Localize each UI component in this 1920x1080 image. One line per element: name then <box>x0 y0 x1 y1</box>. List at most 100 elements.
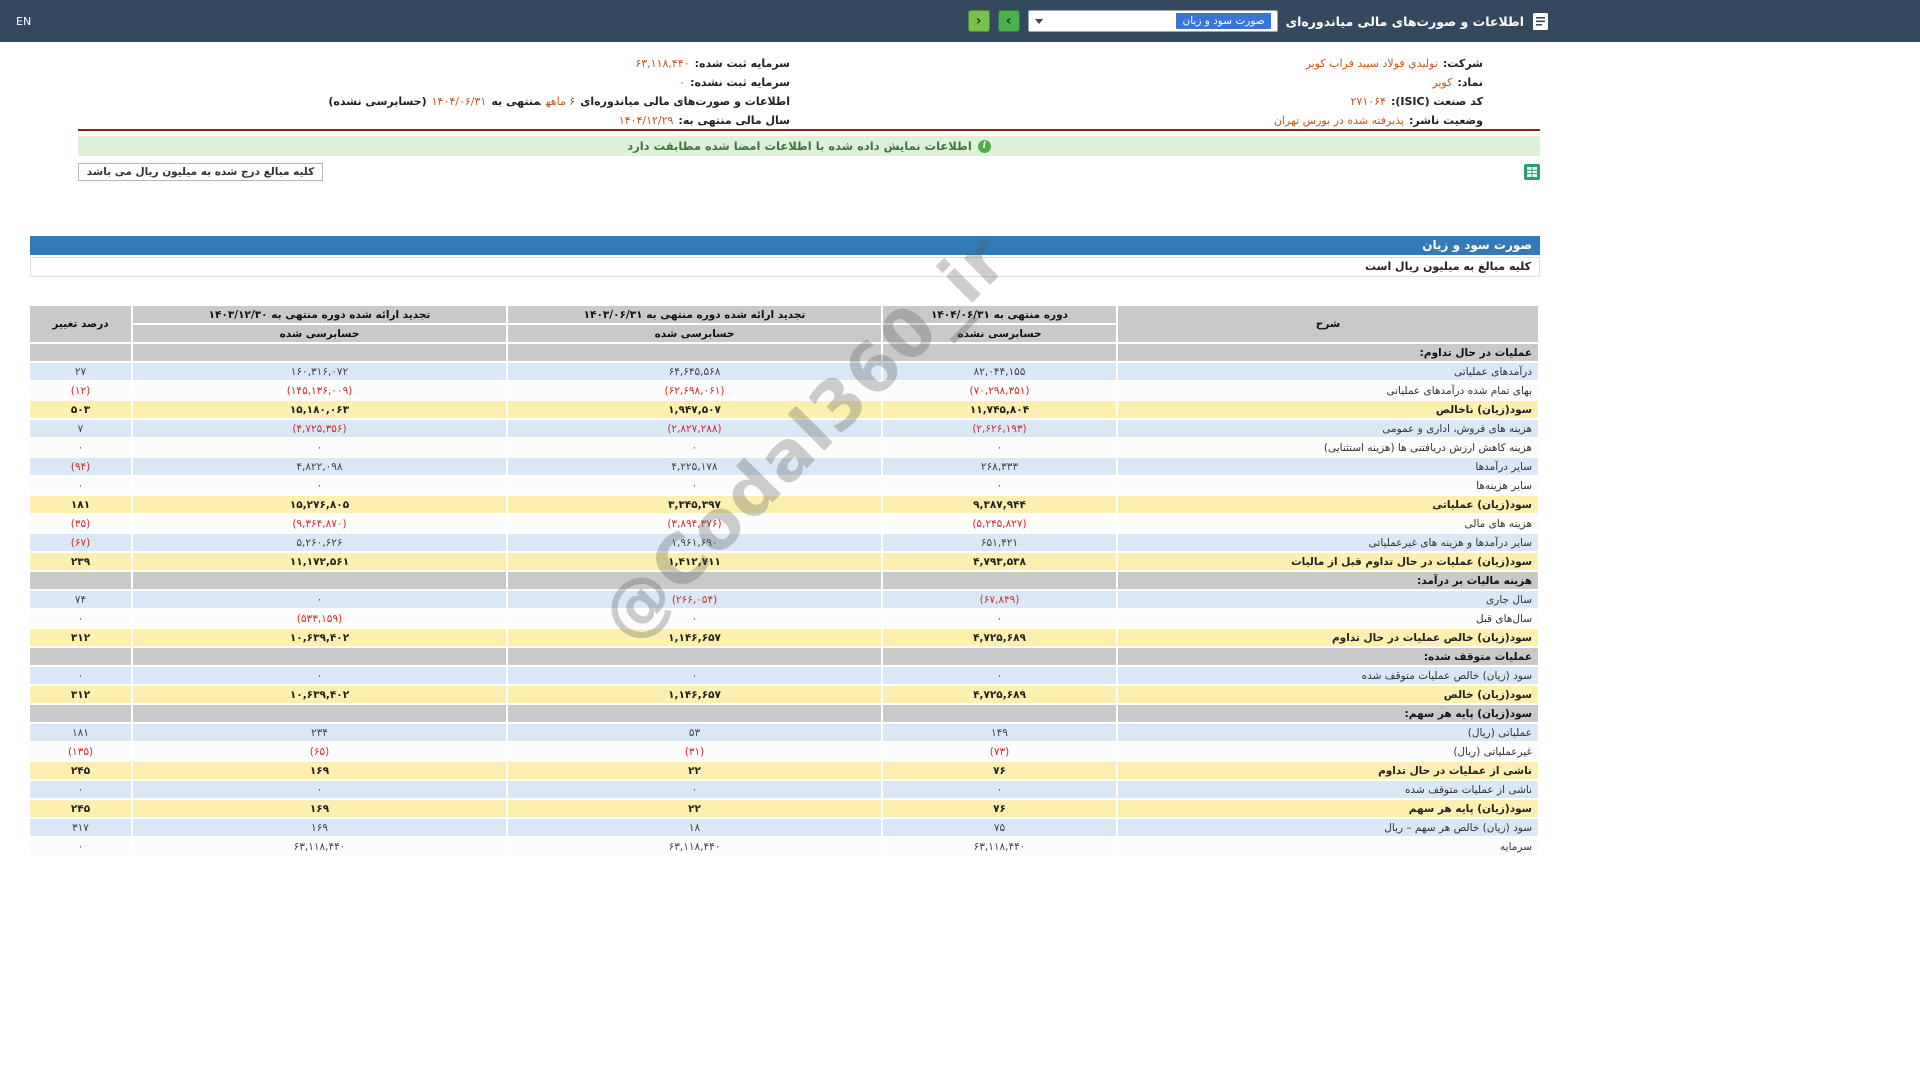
table-row: سود(زیان) خالص عملیات در حال تداوم ۴,۷۲۵,… <box>30 629 1538 646</box>
main-content: شرکت: تولیدي فولاد سپید فراب کویر سرمایه ث… <box>30 42 1540 857</box>
cell-value: ۷۵ <box>883 819 1116 836</box>
row-label: ناشی از عملیات در حال تداوم <box>1118 762 1538 779</box>
cell-value: (۹,۳۶۴,۸۷۰) <box>133 515 506 532</box>
cell-value: ۰ <box>133 781 506 798</box>
row-label: سود(زیان) پایه هر سهم: <box>1118 705 1538 722</box>
info-cell-left: سال مالی منتهی به: ۱۴۰۴/۱۲/۲۹ <box>78 111 809 130</box>
cell-value: ۱۱,۱۷۲,۵۶۱ <box>133 553 506 570</box>
topbar-inner: اطلاعات و صورت‌های مالی میاندوره‌ای صورت… <box>0 0 1565 42</box>
info-cell-right: کد صنعت (ISIC): ۲۷۱۰۶۴ <box>809 92 1540 111</box>
cell-value <box>883 705 1116 722</box>
cell-value: ۱,۹۶۱,۶۹۰ <box>508 534 881 551</box>
table-row: ناشی از عملیات در حال تداوم ۷۶ ۲۲ ۱۶۹ ۲۴۵ <box>30 762 1538 779</box>
row-label: عملیات متوقف شده: <box>1118 648 1538 665</box>
col-header-period-current: دوره منتهی به ۱۴۰۴/۰۶/۳۱ <box>883 306 1116 323</box>
previous-statement-button[interactable]: ‹ <box>967 10 990 32</box>
company-info-row: کد صنعت (ISIC): ۲۷۱۰۶۴ اطلاعات و صورت‌های … <box>78 92 1540 111</box>
cell-value: ۰ <box>508 439 881 456</box>
cell-value: ۱۶۹ <box>133 819 506 836</box>
company-info-table: شرکت: تولیدي فولاد سپید فراب کویر سرمایه ث… <box>78 54 1540 131</box>
cell-value: ۰ <box>133 667 506 684</box>
report-header: شرکت: تولیدي فولاد سپید فراب کویر سرمایه ث… <box>78 42 1540 181</box>
cell-percent-change <box>30 648 131 665</box>
row-label: غیرعملیاتی (ریال) <box>1118 743 1538 760</box>
statement-type-dropdown[interactable]: صورت سود و زیان <box>1027 10 1278 32</box>
page-title: اطلاعات و صورت‌های مالی میاندوره‌ای <box>1285 13 1524 29</box>
info-value: پذیرفته شده در بورس تهران <box>1273 113 1405 127</box>
col-subheader-audit-0: حسابرسی نشده <box>883 325 1116 342</box>
row-label: سود (زیان) خالص هر سهم – ریال <box>1118 819 1538 836</box>
table-row: سود(زیان) خالص ۴,۷۲۵,۶۸۹ ۱,۱۴۶,۶۵۷ ۱۰,۶۳۹,۴… <box>30 686 1538 703</box>
cell-percent-change: ۳۱۲ <box>30 686 131 703</box>
row-label: سود(زیان) خالص <box>1118 686 1538 703</box>
table-row: درآمدهای عملیاتی ۸۲,۰۴۴,۱۵۵ ۶۴,۶۴۵,۵۶۸ ۱۶۰,… <box>30 363 1538 380</box>
cell-value: ۴,۸۲۲,۰۹۸ <box>133 458 506 475</box>
cell-value: ۴,۷۲۵,۶۸۹ <box>883 686 1116 703</box>
cell-percent-change: ۰ <box>30 838 131 855</box>
cell-value: ۱۵,۲۷۶,۸۰۵ <box>133 496 506 513</box>
cell-value: (۶۵) <box>133 743 506 760</box>
cell-value: ۸۲,۰۴۴,۱۵۵ <box>883 363 1116 380</box>
cell-value: ۴,۷۲۵,۶۸۹ <box>883 629 1116 646</box>
company-info-row: شرکت: تولیدي فولاد سپید فراب کویر سرمایه ث… <box>78 54 1540 73</box>
cell-value: (۶۷,۸۴۹) <box>883 591 1116 608</box>
report-icon <box>1532 12 1549 31</box>
cell-value: ۶۳,۱۱۸,۴۴۰ <box>508 838 881 855</box>
statement-units-row: کلیه مبالغ به میلیون ریال است <box>30 257 1540 277</box>
cell-value <box>883 572 1116 589</box>
row-label: سود(زیان) پایه هر سهم <box>1118 800 1538 817</box>
cell-value <box>133 344 506 361</box>
info-value: ۱۴۰۴/۱۲/۲۹ <box>618 113 674 127</box>
info-cell-right: وضعیت ناشر: پذیرفته شده در بورس تهران <box>809 111 1540 130</box>
row-label: سود(زیان) عملیات در حال تداوم قبل از مال… <box>1118 553 1538 570</box>
cell-value: ۰ <box>883 667 1116 684</box>
cell-value: ۷۶ <box>883 800 1116 817</box>
row-label: سال‌های قبل <box>1118 610 1538 627</box>
info-label: نماد: <box>1457 76 1483 89</box>
selected-statement-type: صورت سود و زیان <box>1176 13 1271 29</box>
cell-value: (۲۶۶,۰۵۴) <box>508 591 881 608</box>
info-cell-left: سرمایه ثبت نشده: ۰ <box>78 73 809 92</box>
company-info-row: نماد: کویر سرمایه ثبت نشده: ۰ <box>78 73 1540 92</box>
cell-value: ۹,۳۸۷,۹۴۴ <box>883 496 1116 513</box>
cell-value: ۱۰,۶۳۹,۴۰۲ <box>133 686 506 703</box>
cell-value: ۰ <box>133 439 506 456</box>
cell-value: ۱,۱۴۶,۶۵۷ <box>508 686 881 703</box>
cell-value: (۴,۷۲۵,۳۵۶) <box>133 420 506 437</box>
row-label: درآمدهای عملیاتی <box>1118 363 1538 380</box>
col-header-period-restated-mid: تجدید ارائه شده دوره منتهی به ۱۴۰۳/۰۶/۳۱ <box>508 306 881 323</box>
cell-value: ۱,۹۴۷,۵۰۷ <box>508 401 881 418</box>
cell-value: (۷۳) <box>883 743 1116 760</box>
cell-percent-change <box>30 572 131 589</box>
info-cell-right: نماد: کویر <box>809 73 1540 92</box>
cell-percent-change: ۵۰۳ <box>30 401 131 418</box>
info-label: اطلاعات و صورت‌های مالی میاندوره‌ای <box>580 95 790 108</box>
table-row: سرمایه ۶۳,۱۱۸,۴۴۰ ۶۳,۱۱۸,۴۴۰ ۶۳,۱۱۸,۴۴۰ ۰ <box>30 838 1538 855</box>
signature-banner-text: اطلاعات نمایش داده شده با اطلاعات امضا ش… <box>627 139 972 153</box>
table-row: عملیاتی (ریال) ۱۴۹ ۵۳ ۲۳۴ ۱۸۱ <box>30 724 1538 741</box>
cell-value <box>508 344 881 361</box>
cell-value <box>883 344 1116 361</box>
cell-value: (۳,۸۹۴,۳۷۶) <box>508 515 881 532</box>
cell-value: ۶۳,۱۱۸,۴۴۰ <box>133 838 506 855</box>
table-row: بهای تمام شده درآمدهای عملیاتی (۷۰,۲۹۸,۳۵… <box>30 382 1538 399</box>
cell-value: ۴,۷۹۳,۵۳۸ <box>883 553 1116 570</box>
excel-export-icon[interactable] <box>1524 164 1540 180</box>
next-statement-button[interactable]: › <box>997 10 1020 32</box>
cell-value: (۳۱) <box>508 743 881 760</box>
company-info-body: شرکت: تولیدي فولاد سپید فراب کویر سرمایه ث… <box>78 54 1540 130</box>
english-language-link[interactable]: EN <box>16 15 31 28</box>
info-cell-right: شرکت: تولیدي فولاد سپید فراب کویر <box>809 54 1540 73</box>
info-cell-left: سرمایه ثبت شده: ۶۳,۱۱۸,۴۴۰ <box>78 54 809 73</box>
cell-value: ۱,۴۱۲,۷۱۱ <box>508 553 881 570</box>
signature-banner: i اطلاعات نمایش داده شده با اطلاعات امضا… <box>78 136 1540 156</box>
col-header-description: شرح <box>1118 306 1538 342</box>
cell-value: ۶۴,۶۴۵,۵۶۸ <box>508 363 881 380</box>
info-value: ۶۳,۱۱۸,۴۴۰ <box>635 57 690 70</box>
cell-value: ۷۶ <box>883 762 1116 779</box>
topbar: اطلاعات و صورت‌های مالی میاندوره‌ای صورت… <box>0 0 1920 42</box>
cell-value: ۲۲ <box>508 800 881 817</box>
cell-percent-change: (۹۴) <box>30 458 131 475</box>
statement-title-bar: صورت سود و زیان <box>30 236 1540 255</box>
cell-value: (۲,۸۲۷,۲۸۸) <box>508 420 881 437</box>
